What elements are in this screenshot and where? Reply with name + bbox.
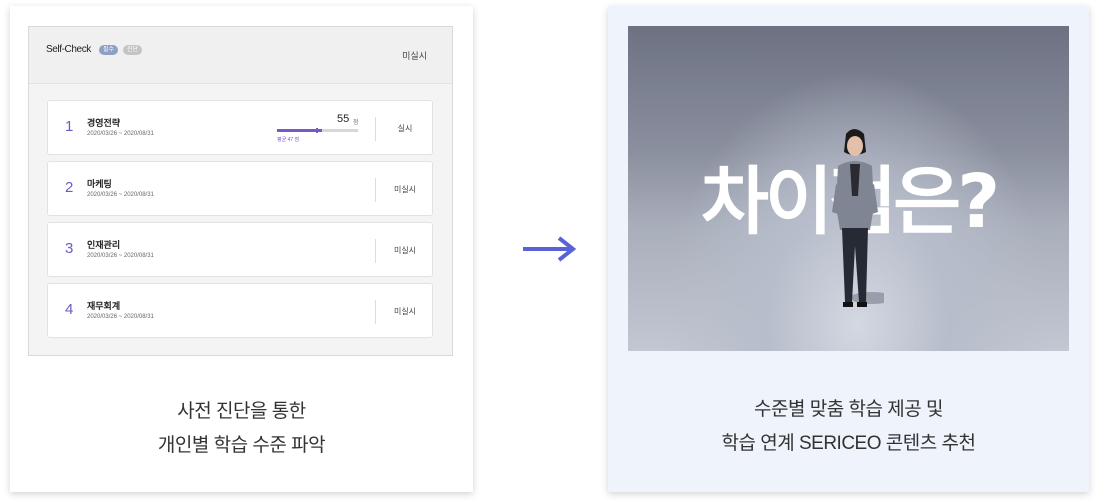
self-check-panel: Self-Check 필수 진단 미실시 1 경영전략 2020/03/26 ~… [28, 26, 453, 356]
list-item[interactable]: 2 마케팅 2020/03/26 ~ 2020/08/31 미실시 [47, 161, 433, 216]
caption-line-1: 사전 진단을 통한 [177, 401, 306, 422]
panel-status: 미실시 [402, 51, 427, 61]
item-title: 경영전략 [87, 118, 121, 128]
diagnosis-badge: 진단 [123, 45, 143, 55]
panel-header: Self-Check 필수 진단 미실시 [29, 27, 452, 84]
item-date: 2020/03/26 ~ 2020/08/31 [87, 131, 154, 137]
item-status[interactable]: 실시 [376, 123, 434, 134]
item-number: 4 [65, 301, 74, 318]
average-label: 평균 47 점 [277, 137, 300, 143]
item-status[interactable]: 미실시 [376, 245, 434, 256]
caption-line-2: 학습 연계 SERICEO 콘텐츠 추천 [721, 433, 976, 454]
score-progress-fill [277, 129, 322, 132]
item-number: 3 [65, 240, 74, 257]
item-status[interactable]: 미실시 [376, 306, 434, 317]
item-number: 2 [65, 179, 74, 196]
item-title: 인재관리 [87, 240, 121, 250]
item-title: 재무회계 [87, 301, 121, 311]
list-item[interactable]: 3 인재관리 2020/03/26 ~ 2020/08/31 미실시 [47, 222, 433, 277]
list-item[interactable]: 1 경영전략 2020/03/26 ~ 2020/08/31 55 점 평균 4… [47, 100, 433, 155]
self-check-card: Self-Check 필수 진단 미실시 1 경영전략 2020/03/26 ~… [10, 6, 473, 492]
average-marker [316, 128, 318, 133]
caption-line-2: 개인별 학습 수준 파악 [157, 435, 326, 456]
item-status[interactable]: 미실시 [376, 184, 434, 195]
recommendation-card: 차이점은? 수준별 맞춤 학습 제공 및 학습 연계 SERICEO 콘텐츠 추… [608, 6, 1089, 492]
item-number: 1 [65, 118, 74, 135]
right-arrow-icon [521, 234, 579, 264]
presenter-figure [832, 129, 884, 307]
item-title: 마케팅 [87, 179, 112, 189]
video-thumbnail[interactable]: 차이점은? [628, 26, 1069, 351]
score-unit: 점 [353, 120, 359, 126]
panel-title: Self-Check [46, 44, 91, 55]
item-date: 2020/03/26 ~ 2020/08/31 [87, 314, 154, 320]
item-date: 2020/03/26 ~ 2020/08/31 [87, 192, 154, 198]
required-badge: 필수 [99, 45, 119, 55]
list-item[interactable]: 4 재무회계 2020/03/26 ~ 2020/08/31 미실시 [47, 283, 433, 338]
score-value: 55 [337, 113, 350, 125]
caption-line-1: 수준별 맞춤 학습 제공 및 [754, 399, 943, 420]
item-date: 2020/03/26 ~ 2020/08/31 [87, 253, 154, 259]
